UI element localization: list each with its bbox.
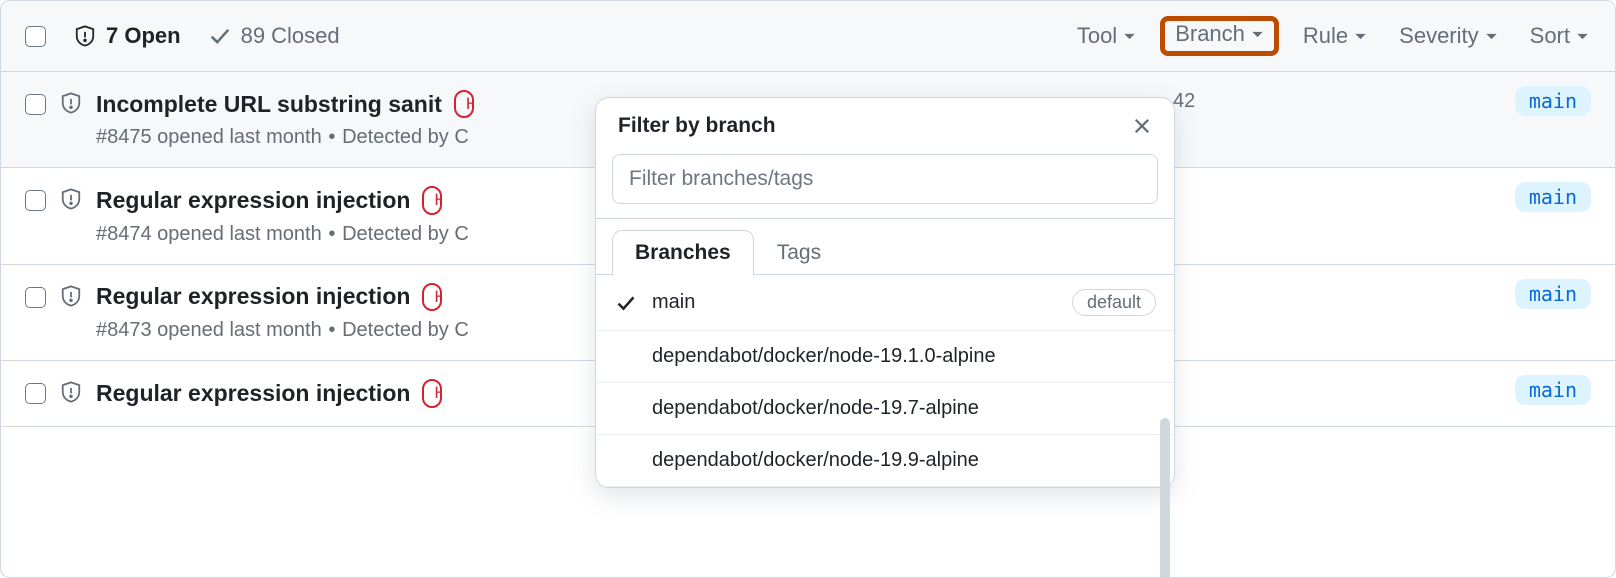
- branch-filter-input[interactable]: [612, 154, 1158, 204]
- branch-option[interactable]: dependabot/docker/node-19.9-alpine: [596, 435, 1174, 487]
- filter-rule[interactable]: Rule: [1301, 19, 1369, 53]
- caret-down-icon: [1123, 30, 1136, 43]
- row-checkbox[interactable]: [25, 383, 46, 404]
- row-checkbox[interactable]: [25, 190, 46, 211]
- filter-sort[interactable]: Sort: [1528, 19, 1591, 53]
- alert-title: Incomplete URL substring sanit: [96, 91, 442, 118]
- dropdown-scrollbar[interactable]: [1160, 418, 1170, 578]
- truncated-text: 42: [1173, 90, 1195, 113]
- branch-option[interactable]: main default: [596, 275, 1174, 331]
- branch-filter-dropdown: Filter by branch Branches Tags main defa…: [595, 97, 1175, 488]
- tab-tags[interactable]: Tags: [754, 230, 844, 276]
- caret-down-icon: [1354, 30, 1367, 43]
- severity-pill: H: [422, 186, 442, 214]
- branch-badge: main: [1515, 375, 1591, 405]
- caret-down-icon: [1485, 30, 1498, 43]
- closed-tab[interactable]: 89 Closed: [209, 23, 340, 49]
- filter-severity[interactable]: Severity: [1397, 19, 1499, 53]
- branch-badge: main: [1515, 182, 1591, 212]
- shield-alert-icon: [60, 285, 82, 307]
- alert-title: Regular expression injection: [96, 380, 410, 407]
- branch-badge: main: [1515, 279, 1591, 309]
- severity-pill: H: [422, 283, 442, 311]
- branch-option[interactable]: dependabot/docker/node-19.7-alpine: [596, 383, 1174, 435]
- caret-down-icon: [1576, 30, 1589, 43]
- filter-tool[interactable]: Tool: [1075, 19, 1138, 53]
- closed-count: 89 Closed: [241, 23, 340, 49]
- default-badge: default: [1072, 289, 1156, 316]
- alerts-toolbar: 7 Open 89 Closed Tool Branch Rule Severi…: [1, 1, 1615, 72]
- severity-pill: H: [422, 379, 442, 407]
- check-icon: [616, 293, 636, 313]
- severity-pill: H: [454, 90, 474, 118]
- branch-name: main: [652, 291, 1058, 314]
- row-checkbox[interactable]: [25, 94, 46, 115]
- close-icon[interactable]: [1132, 116, 1152, 136]
- branch-name: dependabot/docker/node-19.1.0-alpine: [652, 345, 1156, 368]
- caret-down-icon: [1251, 28, 1264, 41]
- filter-branch[interactable]: Branch: [1160, 16, 1279, 56]
- tab-branches[interactable]: Branches: [612, 230, 754, 276]
- shield-alert-icon: [60, 92, 82, 114]
- branch-name: dependabot/docker/node-19.9-alpine: [652, 449, 1156, 472]
- select-all-checkbox[interactable]: [25, 26, 46, 47]
- check-icon: [209, 25, 231, 47]
- open-count: 7 Open: [106, 23, 181, 49]
- branch-badge: main: [1515, 86, 1591, 116]
- shield-alert-icon: [60, 381, 82, 403]
- open-tab[interactable]: 7 Open: [74, 23, 181, 49]
- shield-alert-icon: [60, 188, 82, 210]
- shield-alert-icon: [74, 25, 96, 47]
- alert-title: Regular expression injection: [96, 283, 410, 310]
- row-checkbox[interactable]: [25, 287, 46, 308]
- dropdown-title: Filter by branch: [618, 114, 776, 138]
- branch-name: dependabot/docker/node-19.7-alpine: [652, 397, 1156, 420]
- alert-title: Regular expression injection: [96, 187, 410, 214]
- branch-option[interactable]: dependabot/docker/node-19.1.0-alpine: [596, 331, 1174, 383]
